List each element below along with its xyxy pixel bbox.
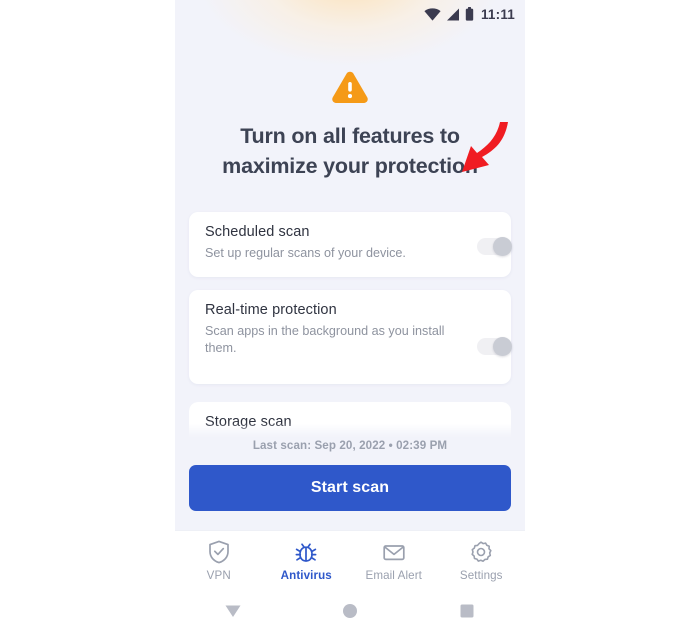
envelope-icon xyxy=(383,545,405,561)
tab-vpn[interactable]: VPN xyxy=(175,531,263,582)
headline-line-1: Turn on all features to xyxy=(240,124,460,148)
cellular-signal-icon xyxy=(446,8,459,20)
feature-title: Storage scan xyxy=(205,414,292,430)
status-bar-clock: 11:11 xyxy=(480,6,515,22)
tab-email-alert[interactable]: Email Alert xyxy=(350,531,438,582)
tab-label: Settings xyxy=(459,569,503,582)
status-bar: 11:11 xyxy=(175,0,525,28)
tab-label: VPN xyxy=(206,569,231,582)
gear-icon xyxy=(471,541,492,562)
tab-label: Email Alert xyxy=(365,569,422,582)
toggle-knob xyxy=(493,237,512,256)
feature-card-text: Real-time protection Scan apps in the ba… xyxy=(205,301,449,357)
feature-title: Real-time protection xyxy=(205,302,337,318)
feature-card-storage-scan[interactable]: Storage scan xyxy=(189,402,511,438)
nav-home-button[interactable] xyxy=(292,603,409,619)
feature-card-real-time-protection[interactable]: Real-time protection Scan apps in the ba… xyxy=(189,290,511,384)
main-content: Turn on all features to maximize your pr… xyxy=(175,28,525,530)
triangle-down-icon xyxy=(225,605,241,617)
system-navigation-bar xyxy=(175,592,525,630)
page-title: Turn on all features to maximize your pr… xyxy=(175,121,525,181)
feature-card-text: Scheduled scan Set up regular scans of y… xyxy=(205,223,449,262)
battery-icon xyxy=(465,7,474,21)
bug-icon xyxy=(295,543,317,562)
phone-screen: 11:11 Turn on all features to maximize y… xyxy=(175,0,525,630)
feature-subtitle: Set up regular scans of your device. xyxy=(205,246,406,260)
tab-settings[interactable]: Settings xyxy=(438,531,526,582)
shield-check-icon xyxy=(208,540,229,564)
wifi-icon xyxy=(424,7,441,21)
nav-recents-button[interactable] xyxy=(408,604,525,618)
headline-line-2: maximize your protection xyxy=(222,154,478,178)
scheduled-scan-toggle[interactable] xyxy=(477,237,512,256)
screenshot-root: 11:11 Turn on all features to maximize y… xyxy=(0,0,700,630)
feature-subtitle: Scan apps in the background as you insta… xyxy=(205,324,445,355)
tab-label: Antivirus xyxy=(280,569,332,582)
tab-antivirus[interactable]: Antivirus xyxy=(263,531,351,582)
feature-title: Scheduled scan xyxy=(205,224,310,240)
square-icon xyxy=(460,604,474,618)
circle-icon xyxy=(343,604,357,618)
feature-card-text: Storage scan xyxy=(205,413,449,432)
real-time-protection-toggle[interactable] xyxy=(477,337,512,356)
start-scan-button[interactable]: Start scan xyxy=(189,465,511,511)
warning-icon-container xyxy=(175,71,525,110)
toggle-knob xyxy=(493,337,512,356)
feature-card-scheduled-scan[interactable]: Scheduled scan Set up regular scans of y… xyxy=(189,212,511,277)
bottom-tab-bar: VPN Antivirus Email Alert Settings xyxy=(175,530,525,592)
warning-triangle-icon xyxy=(332,71,368,103)
last-scan-status: Last scan: Sep 20, 2022 • 02:39 PM xyxy=(252,439,448,452)
nav-back-button[interactable] xyxy=(175,604,292,618)
